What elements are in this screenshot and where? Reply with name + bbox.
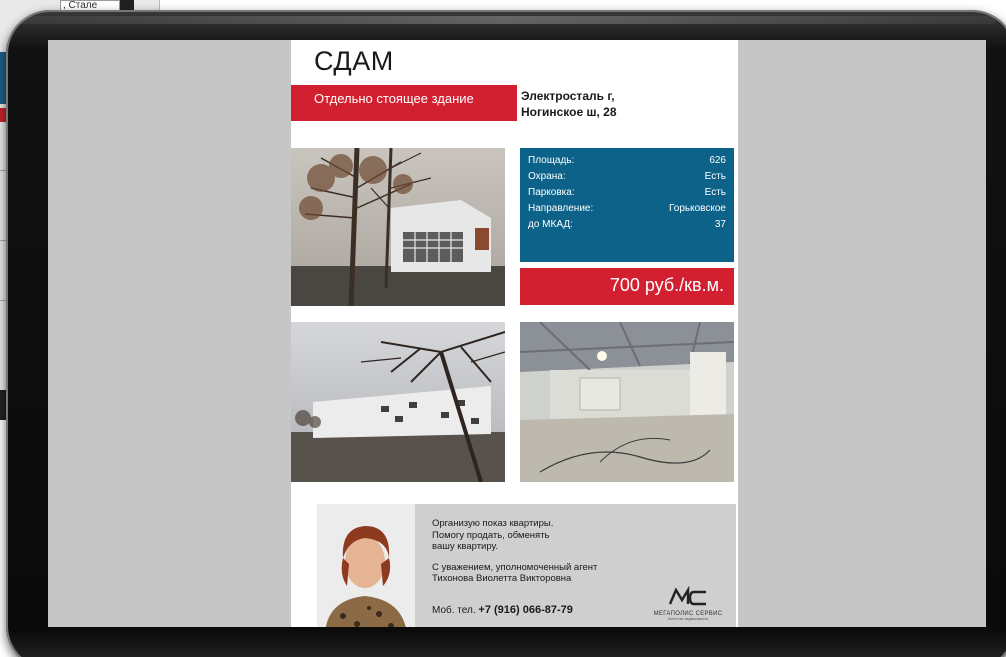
detail-value: Есть — [704, 171, 726, 182]
building-exterior-photo — [291, 148, 505, 306]
price-banner: 700 руб./кв.м. — [520, 268, 734, 305]
phone-label: Моб. тел. — [432, 605, 476, 616]
agent-message-line: вашу квартиру. — [432, 541, 498, 552]
address-line-2: Ногинское ш, 28 — [521, 105, 617, 119]
company-tagline: Агентство недвижимости — [667, 617, 709, 621]
property-address: Электросталь г, Ногинское ш, 28 — [521, 88, 731, 120]
address-line-1: Электросталь г, — [521, 89, 615, 103]
detail-row-parking: Парковка: Есть — [528, 185, 726, 201]
agent-name: Тихонова Виолетта Викторовна — [432, 573, 572, 584]
detail-label: Парковка: — [528, 187, 575, 198]
tablet-sheen — [16, 16, 996, 24]
property-type-label: Отдельно стоящее здание — [314, 91, 474, 106]
listing-flyer: СДАМ Отдельно стоящее здание Электростал… — [291, 40, 738, 627]
flyer-title: СДАМ — [314, 46, 394, 76]
price-label: 700 руб./кв.м. — [609, 275, 724, 295]
interior-photo — [520, 322, 734, 482]
building-side-photo — [291, 322, 505, 482]
property-details-box: Площадь: 626 Охрана: Есть Парковка: Есть… — [520, 148, 734, 262]
tablet-screen: СДАМ Отдельно стоящее здание Электростал… — [48, 40, 986, 627]
detail-row-area: Площадь: 626 — [528, 153, 726, 169]
agent-photo — [317, 504, 415, 627]
detail-value: Горьковское — [669, 203, 726, 214]
agent-message-line: Помогу продать, обменять — [432, 529, 550, 541]
agent-phone: Моб. тел. +7 (916) 066-87-79 — [432, 604, 573, 616]
detail-label: Площадь: — [528, 155, 575, 166]
company-logo: МЕГАПОЛИС СЕРВИС Агентство недвижимости — [645, 585, 731, 626]
detail-label: Направление: — [528, 203, 594, 214]
agent-contact-block: Организую показ квартиры. Помогу продать… — [317, 504, 736, 627]
detail-label: до МКАД: — [528, 219, 573, 230]
detail-row-mkad: до МКАД: 37 — [528, 217, 726, 233]
detail-row-security: Охрана: Есть — [528, 169, 726, 185]
detail-value: 626 — [709, 155, 726, 166]
property-type-banner: Отдельно стоящее здание — [291, 85, 517, 121]
detail-value: Есть — [704, 187, 726, 198]
agent-message-line: Организую показ квартиры. — [432, 518, 554, 529]
logo-mark-icon — [668, 585, 706, 606]
phone-number[interactable]: +7 (916) 066-87-79 — [478, 604, 572, 616]
agent-message: Организую показ квартиры. Помогу продать… — [432, 518, 632, 585]
detail-row-direction: Направление: Горьковское — [528, 201, 726, 217]
detail-value: 37 — [714, 219, 726, 230]
agent-signature-line: С уважением, уполномоченный агент — [432, 561, 598, 573]
detail-label: Охрана: — [528, 171, 566, 182]
